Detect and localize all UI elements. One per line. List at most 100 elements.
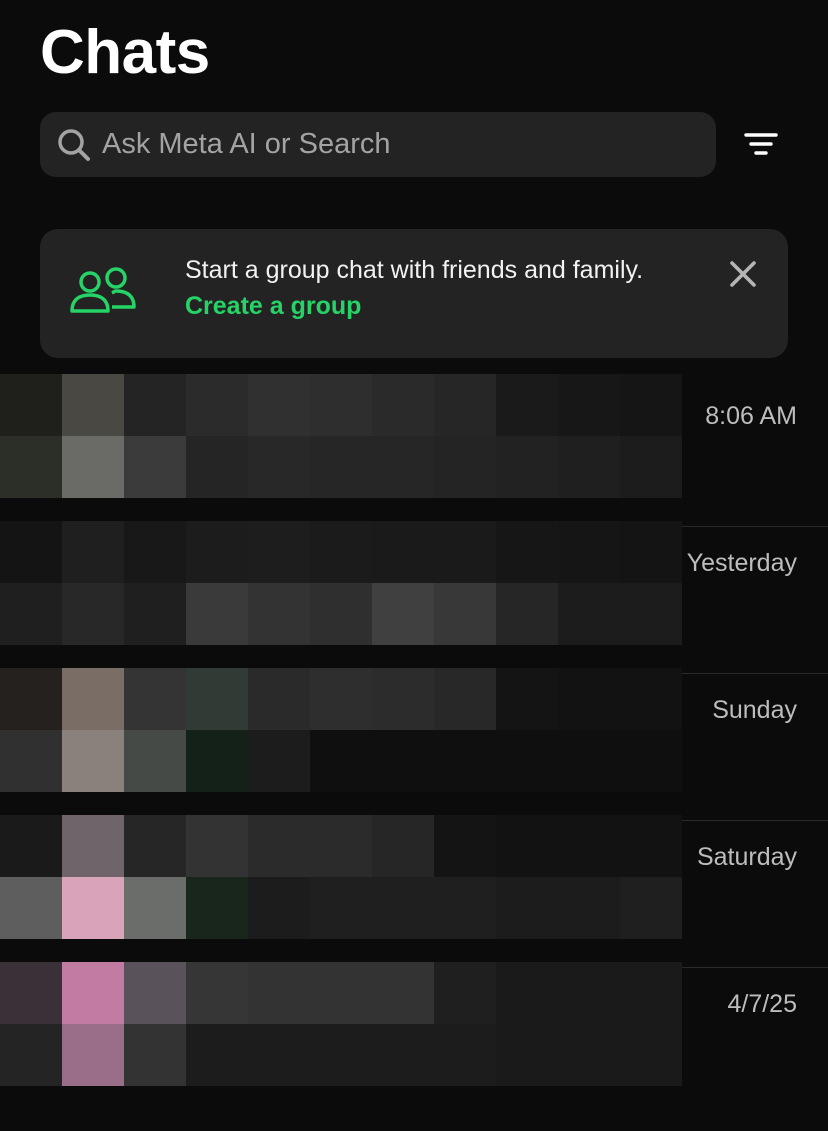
pixel-block	[620, 374, 682, 436]
pixel-block	[496, 1024, 558, 1086]
pixel-block	[434, 962, 496, 1024]
pixel-block	[186, 962, 248, 1024]
pixel-block	[372, 1024, 434, 1086]
chat-row[interactable]: Yesterday	[0, 519, 828, 666]
pixel-block	[124, 1024, 186, 1086]
pixel-block	[558, 962, 620, 1024]
pixel-block	[62, 877, 124, 939]
pixel-block	[0, 1024, 62, 1086]
pixel-block	[620, 583, 682, 645]
pixel-block	[558, 521, 620, 583]
search-input[interactable]	[102, 128, 662, 161]
pixel-block	[496, 374, 558, 436]
pixel-block	[0, 877, 62, 939]
pixel-block	[310, 815, 372, 877]
pixel-block	[124, 877, 186, 939]
pixel-block	[434, 730, 496, 792]
pixel-block	[186, 521, 248, 583]
pixel-block	[372, 374, 434, 436]
pixel-block	[620, 521, 682, 583]
pixel-block	[62, 668, 124, 730]
chat-timestamp: 4/7/25	[727, 990, 797, 1018]
pixel-block	[434, 668, 496, 730]
chat-list: 8:06 AM Yesterday Sunday Saturday 4/7/25	[0, 372, 828, 1131]
pixel-block	[186, 583, 248, 645]
pixel-block	[0, 730, 62, 792]
pixel-block	[434, 815, 496, 877]
pixel-block	[0, 436, 62, 498]
pixel-block	[558, 668, 620, 730]
pixel-block	[186, 374, 248, 436]
pixel-block	[620, 730, 682, 792]
pixel-block	[558, 374, 620, 436]
pixel-block	[124, 668, 186, 730]
pixel-block	[558, 815, 620, 877]
pixel-block	[248, 815, 310, 877]
pixel-block	[186, 1024, 248, 1086]
pixel-block	[124, 962, 186, 1024]
banner-text: Start a group chat with friends and fami…	[185, 256, 644, 284]
pixel-block	[372, 521, 434, 583]
pixel-block	[620, 1024, 682, 1086]
pixel-block	[372, 668, 434, 730]
pixel-block	[0, 962, 62, 1024]
pixel-block	[558, 730, 620, 792]
pixel-block	[496, 962, 558, 1024]
pixel-block	[434, 521, 496, 583]
pixel-block	[248, 877, 310, 939]
pixel-block	[620, 962, 682, 1024]
pixel-block	[310, 436, 372, 498]
pixel-block	[496, 668, 558, 730]
pixel-block	[248, 962, 310, 1024]
page-title: Chats	[40, 18, 210, 87]
pixel-block	[372, 877, 434, 939]
pixel-block	[372, 583, 434, 645]
chat-row[interactable]: 4/7/25	[0, 960, 828, 1107]
pixel-block	[186, 877, 248, 939]
pixel-block	[62, 730, 124, 792]
pixel-block	[434, 436, 496, 498]
filter-button[interactable]	[738, 126, 784, 166]
pixel-block	[310, 521, 372, 583]
create-group-link[interactable]: Create a group	[185, 292, 361, 320]
pixel-block	[496, 583, 558, 645]
pixel-block	[372, 730, 434, 792]
pixel-block	[0, 583, 62, 645]
pixel-block	[248, 583, 310, 645]
chat-row[interactable]: Sunday	[0, 666, 828, 813]
pixel-block	[62, 962, 124, 1024]
search-bar[interactable]	[40, 112, 716, 177]
pixel-block	[434, 583, 496, 645]
pixel-block	[372, 815, 434, 877]
pixel-block	[434, 1024, 496, 1086]
pixel-block	[62, 1024, 124, 1086]
pixel-block	[124, 730, 186, 792]
chat-row[interactable]: 8:06 AM	[0, 372, 828, 519]
pixel-block	[248, 436, 310, 498]
pixel-block	[496, 877, 558, 939]
pixel-block	[248, 1024, 310, 1086]
pixel-block	[496, 521, 558, 583]
pixel-block	[124, 436, 186, 498]
pixel-block	[496, 815, 558, 877]
pixel-block	[558, 583, 620, 645]
pixel-block	[0, 374, 62, 436]
banner-message: Start a group chat with friends and fami…	[185, 252, 665, 324]
pixel-block	[496, 436, 558, 498]
pixel-block	[248, 374, 310, 436]
chat-row[interactable]: Saturday	[0, 813, 828, 960]
pixel-block	[62, 374, 124, 436]
pixel-block	[310, 374, 372, 436]
pixel-block	[186, 815, 248, 877]
search-icon	[56, 127, 92, 163]
pixel-block	[186, 668, 248, 730]
pixel-block	[558, 877, 620, 939]
pixel-block	[310, 668, 372, 730]
close-icon[interactable]	[726, 257, 760, 291]
pixel-block	[372, 436, 434, 498]
pixel-block	[62, 815, 124, 877]
pixel-block	[310, 730, 372, 792]
pixel-block	[620, 815, 682, 877]
pixel-block	[434, 877, 496, 939]
chat-timestamp: 8:06 AM	[705, 402, 797, 430]
